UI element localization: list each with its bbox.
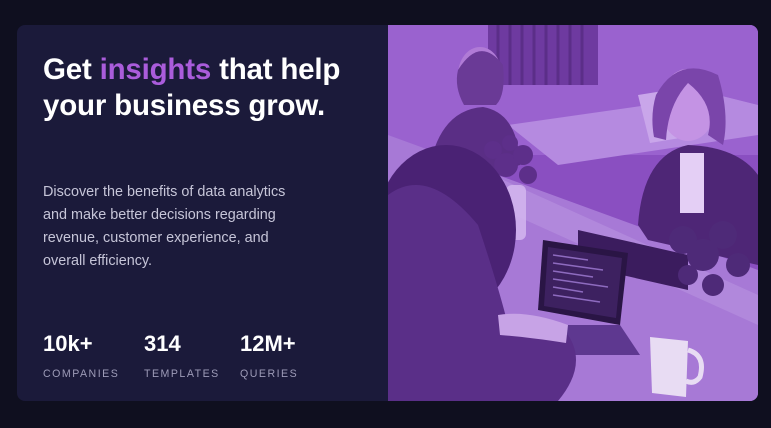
stat-value: 10k+ bbox=[43, 331, 93, 356]
headline: Get insights that help your business gro… bbox=[43, 52, 363, 124]
stat-value: 314 bbox=[144, 331, 181, 356]
stat-companies: 10k+ COMPANIES bbox=[43, 331, 119, 380]
stat-label: TEMPLATES bbox=[144, 368, 220, 380]
stat-value: 12M+ bbox=[240, 331, 296, 356]
headline-accent-word: insights bbox=[99, 53, 212, 86]
card-content: Get insights that help your business gro… bbox=[17, 25, 388, 401]
team-photo-illustration bbox=[388, 25, 758, 401]
insights-card: Get insights that help your business gro… bbox=[17, 25, 758, 401]
description: Discover the benefits of data analytics … bbox=[43, 184, 286, 269]
stat-label: COMPANIES bbox=[43, 368, 120, 380]
stat-templates: 314 TEMPLATES bbox=[144, 331, 220, 380]
stat-label: QUERIES bbox=[240, 368, 299, 380]
team-photo bbox=[388, 25, 758, 401]
headline-text-start: Get bbox=[43, 53, 100, 86]
stat-queries: 12M+ QUERIES bbox=[240, 331, 298, 380]
